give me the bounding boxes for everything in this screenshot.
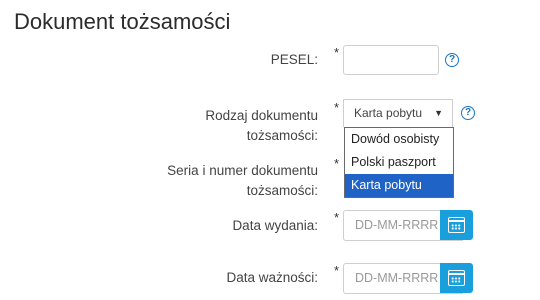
document-number-label-line2: tożsamości: [246, 183, 318, 198]
document-type-label-line2: tożsamości: [246, 128, 318, 143]
document-type-selected-value: Karta pobytu [354, 106, 423, 120]
document-type-dropdown: Dowód osobisty Polski paszport Karta pob… [344, 127, 454, 198]
document-type-label-line1: Rodzaj dokumentu [205, 108, 318, 123]
required-mark: * [334, 45, 340, 60]
document-type-label: Rodzaj dokumentu tożsamości: [148, 106, 318, 146]
pesel-label: PESEL: [270, 52, 318, 67]
issue-date-label: Data wydania: [232, 218, 318, 233]
issue-date-calendar-button[interactable] [440, 210, 473, 240]
document-number-label: Seria i numer dokumentu tożsamości: [148, 161, 318, 201]
required-mark: * [334, 263, 340, 278]
calendar-icon [448, 270, 465, 286]
expiry-date-calendar-button[interactable] [440, 263, 473, 293]
caret-down-icon: ▼ [434, 108, 443, 118]
required-mark: * [334, 210, 340, 225]
dropdown-option[interactable]: Dowód osobisty [345, 128, 453, 151]
document-number-label-line1: Seria i numer dokumentu [167, 163, 318, 178]
document-type-select[interactable]: Karta pobytu ▼ [343, 99, 453, 127]
dropdown-option[interactable]: Polski paszport [345, 151, 453, 174]
calendar-icon [448, 217, 465, 233]
pesel-input[interactable] [343, 45, 439, 75]
question-circle-icon[interactable]: ? [461, 106, 475, 120]
required-mark: * [334, 156, 340, 171]
required-mark: * [334, 100, 340, 115]
page-title: Dokument tożsamości [14, 9, 231, 34]
dropdown-option-highlighted[interactable]: Karta pobytu [345, 174, 453, 197]
question-circle-icon[interactable]: ? [445, 53, 459, 67]
expiry-date-label: Data ważności: [226, 270, 318, 285]
